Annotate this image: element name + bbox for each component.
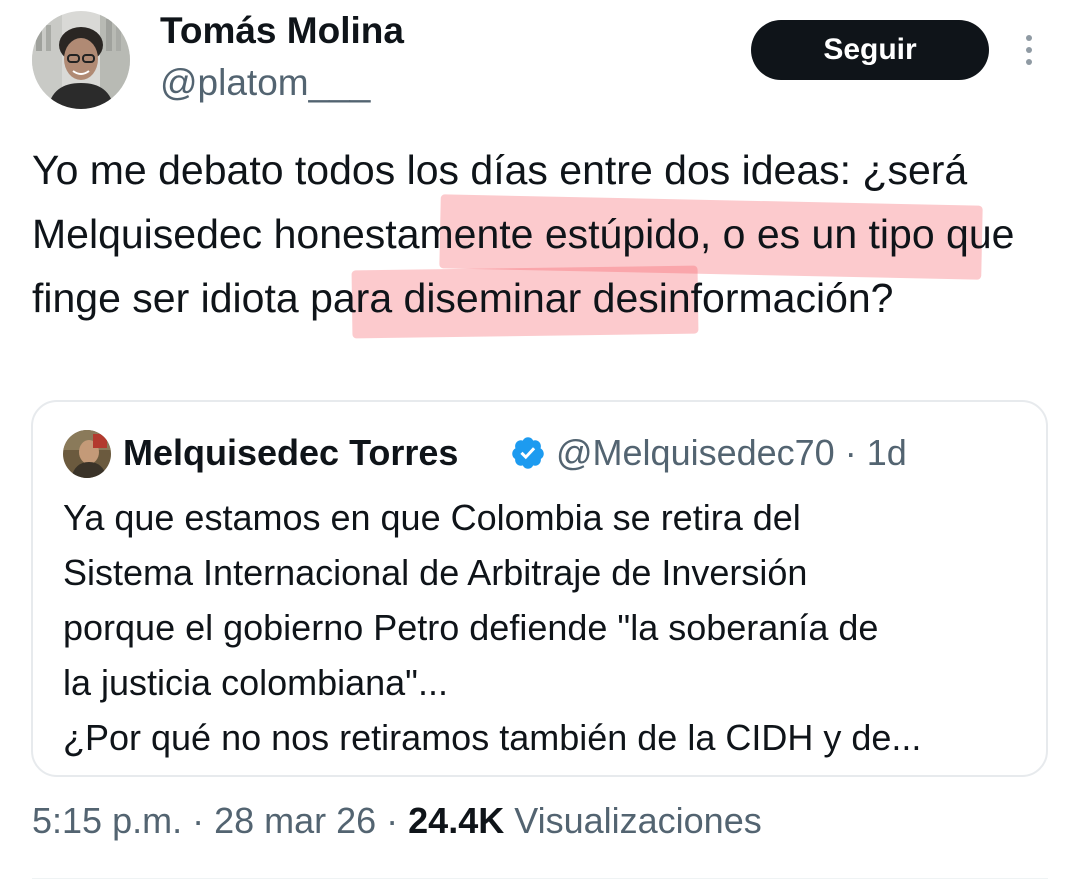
quoted-line: porque el gobierno Petro defiende "la so… [63, 607, 879, 648]
follow-button[interactable]: Seguir [751, 20, 989, 80]
quoted-tweet-text: Ya que estamos en que Colombia se retira… [63, 490, 1043, 765]
quoted-author-name[interactable]: Melquisedec Torres [123, 432, 458, 474]
quoted-line: ¿Por qué no nos retiramos también de la … [63, 717, 922, 758]
tweet-text-part: para diseminar desinformación? [298, 275, 894, 321]
quoted-line: la justicia colombiana"... [63, 662, 448, 703]
author-handle[interactable]: @platom___ [160, 62, 370, 104]
quoted-author-avatar[interactable] [63, 430, 111, 478]
timestamp[interactable]: 5:15 p.m. · 28 mar 26 · [32, 800, 408, 841]
divider [32, 878, 1048, 879]
tweet-text: Yo me debato todos los días entre dos id… [32, 138, 1052, 330]
highlighted-phrase-1: honestamente estúpido [273, 211, 700, 257]
author-avatar[interactable] [32, 11, 130, 109]
tweet-meta: 5:15 p.m. · 28 mar 26 · 24.4K Visualizac… [32, 800, 762, 842]
more-vertical-icon[interactable] [1014, 30, 1044, 70]
quoted-line: Ya que estamos en que Colombia se retira… [63, 497, 801, 538]
views-label: Visualizaciones [504, 800, 762, 841]
tweet-text-part: , o es un tipo que [699, 211, 1015, 257]
quoted-tweet-card[interactable]: Melquisedec Torres @Melquisedec70 · 1d Y… [31, 400, 1048, 777]
highlighted-phrase-2: finge ser idiota [32, 275, 299, 321]
quoted-handle-time[interactable]: @Melquisedec70 · 1d [556, 432, 907, 474]
author-name[interactable]: Tomás Molina [160, 10, 404, 52]
quoted-line: Sistema Internacional de Arbitraje de In… [63, 552, 808, 593]
views-count: 24.4K [408, 800, 505, 841]
verified-badge-icon [512, 437, 544, 469]
